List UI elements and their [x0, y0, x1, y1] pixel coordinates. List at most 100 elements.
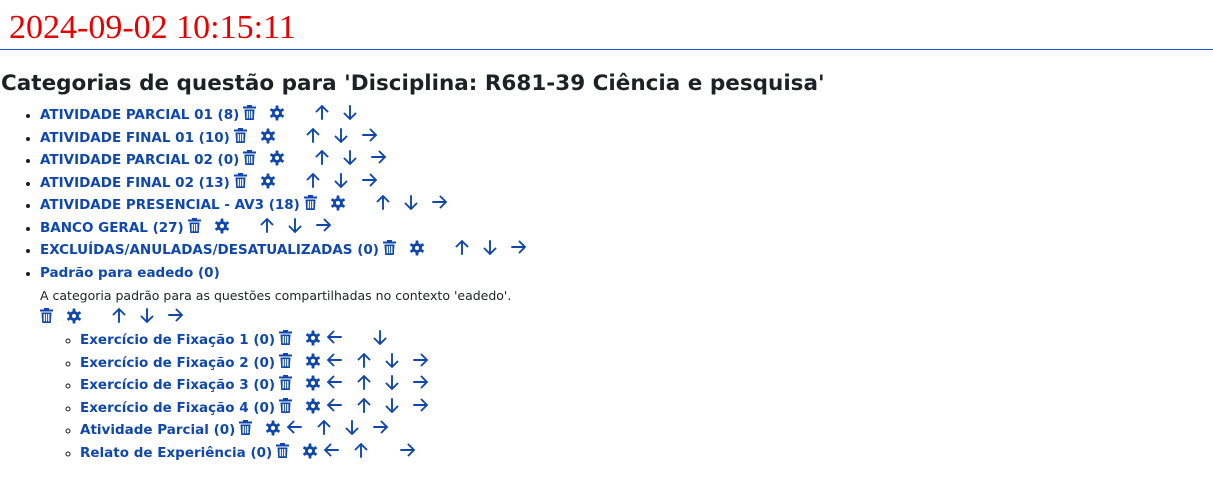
category-link[interactable]: Exercício de Fixação 2 (0) — [80, 355, 275, 371]
arrow-right-icon[interactable] — [361, 173, 378, 189]
trash-icon[interactable] — [276, 442, 290, 459]
gear-icon[interactable] — [305, 330, 321, 346]
category-item: ATIVIDADE PRESENCIAL - AV3 (18) — [40, 194, 527, 217]
timestamp: 2024-09-02 10:15:11 — [9, 9, 296, 46]
arrow-up-icon[interactable] — [306, 127, 322, 144]
gear-icon[interactable] — [260, 128, 276, 144]
category-link[interactable]: ATIVIDADE FINAL 01 (10) — [40, 130, 230, 146]
arrow-right-icon[interactable] — [373, 420, 389, 436]
category-link[interactable]: ATIVIDADE FINAL 02 (13) — [40, 175, 230, 191]
arrow-up-icon[interactable] — [306, 172, 322, 189]
category-link[interactable]: Relato de Experiência (0) — [80, 445, 272, 461]
gear-icon[interactable] — [330, 195, 346, 211]
category-link[interactable]: ATIVIDADE PARCIAL 01 (8) — [40, 107, 239, 123]
header-divider — [0, 49, 1213, 50]
trash-icon[interactable] — [279, 397, 293, 414]
arrow-right-icon[interactable] — [400, 443, 416, 459]
category-description: A categoria padrão para as questões comp… — [40, 288, 512, 303]
arrow-up-icon[interactable] — [315, 150, 331, 166]
gear-icon[interactable] — [305, 353, 321, 369]
arrow-right-icon[interactable] — [168, 308, 184, 324]
arrow-right-icon[interactable] — [413, 375, 429, 391]
arrow-right-icon[interactable] — [413, 398, 429, 414]
arrow-left-icon[interactable] — [287, 420, 303, 436]
arrow-up-icon[interactable] — [354, 442, 370, 459]
gear-icon[interactable] — [302, 443, 318, 459]
category-link[interactable]: ATIVIDADE PARCIAL 02 (0) — [40, 152, 239, 168]
arrow-down-icon[interactable] — [483, 240, 499, 256]
trash-icon[interactable] — [279, 375, 293, 391]
page-title: Categorias de questão para 'Disciplina: … — [1, 71, 825, 96]
arrow-right-icon[interactable] — [413, 353, 429, 369]
arrow-left-icon[interactable] — [327, 398, 343, 414]
gear-icon[interactable] — [269, 105, 285, 121]
category-link[interactable]: Exercício de Fixação 3 (0) — [80, 377, 275, 393]
trash-icon[interactable] — [279, 330, 293, 346]
arrow-right-icon[interactable] — [431, 195, 448, 211]
trash-icon[interactable] — [40, 308, 53, 324]
arrow-up-icon[interactable] — [315, 105, 331, 121]
arrow-right-icon[interactable] — [361, 128, 378, 144]
gear-icon[interactable] — [214, 218, 230, 234]
gear-icon[interactable] — [409, 240, 425, 256]
gear-icon[interactable] — [66, 308, 82, 324]
arrow-right-icon[interactable] — [371, 150, 387, 166]
category-item: BANCO GERAL (27) — [40, 217, 527, 240]
trash-icon[interactable] — [243, 150, 257, 166]
trash-icon[interactable] — [279, 352, 293, 369]
subcategory-item: Atividade Parcial (0) — [80, 419, 527, 442]
category-link[interactable]: Atividade Parcial (0) — [80, 422, 235, 438]
arrow-up-icon[interactable] — [317, 420, 333, 436]
arrow-right-icon[interactable] — [511, 240, 527, 256]
subcategory-item: Exercício de Fixação 1 (0) — [80, 329, 527, 352]
category-link[interactable]: Padrão para eadedo (0) — [40, 265, 220, 281]
arrow-up-icon[interactable] — [376, 195, 392, 211]
arrow-down-icon[interactable] — [385, 397, 401, 414]
category-list: ATIVIDADE PARCIAL 01 (8) ATIVIDADE FINAL … — [0, 104, 527, 464]
arrow-up-icon[interactable] — [260, 217, 276, 234]
arrow-down-icon[interactable] — [385, 375, 401, 391]
arrow-down-icon[interactable] — [343, 150, 359, 166]
gear-icon[interactable] — [305, 398, 321, 414]
arrow-down-icon[interactable] — [404, 195, 420, 211]
trash-icon[interactable] — [233, 172, 247, 189]
arrow-down-icon[interactable] — [334, 127, 350, 144]
arrow-up-icon[interactable] — [357, 352, 373, 369]
category-link[interactable]: Exercício de Fixação 4 (0) — [80, 400, 275, 416]
category-link[interactable]: ATIVIDADE PRESENCIAL - AV3 (18) — [40, 197, 300, 213]
trash-icon[interactable] — [303, 195, 317, 211]
category-link[interactable]: Exercício de Fixação 1 (0) — [80, 332, 275, 348]
trash-icon[interactable] — [239, 420, 253, 436]
category-actions — [40, 307, 527, 329]
arrow-left-icon[interactable] — [327, 330, 343, 346]
gear-icon[interactable] — [305, 375, 321, 391]
category-link[interactable]: BANCO GERAL (27) — [40, 220, 184, 236]
arrow-up-icon[interactable] — [357, 375, 373, 391]
trash-icon[interactable] — [187, 217, 201, 234]
subcategory-list: Exercício de Fixação 1 (0) Exercício de F… — [40, 329, 527, 464]
arrow-up-icon[interactable] — [455, 240, 471, 256]
arrow-down-icon[interactable] — [343, 105, 359, 121]
arrow-down-icon[interactable] — [334, 172, 350, 189]
gear-icon[interactable] — [269, 150, 285, 166]
category-link[interactable]: EXCLUÍDAS/ANULADAS/DESATUALIZADAS (0) — [40, 242, 379, 258]
arrow-right-icon[interactable] — [315, 218, 332, 234]
trash-icon[interactable] — [243, 105, 257, 121]
gear-icon[interactable] — [260, 173, 276, 189]
gear-icon[interactable] — [265, 420, 281, 436]
trash-icon[interactable] — [382, 240, 396, 256]
arrow-down-icon[interactable] — [385, 352, 401, 369]
category-item: ATIVIDADE PARCIAL 01 (8) — [40, 104, 527, 127]
arrow-down-icon[interactable] — [288, 217, 304, 234]
arrow-left-icon[interactable] — [327, 353, 343, 369]
subcategory-item: Exercício de Fixação 4 (0) — [80, 397, 527, 420]
trash-icon[interactable] — [233, 127, 247, 144]
arrow-left-icon[interactable] — [327, 375, 343, 391]
arrow-down-icon[interactable] — [373, 330, 389, 346]
category-item: EXCLUÍDAS/ANULADAS/DESATUALIZADAS (0) — [40, 239, 527, 262]
arrow-down-icon[interactable] — [140, 308, 156, 324]
arrow-left-icon[interactable] — [324, 443, 340, 459]
arrow-down-icon[interactable] — [345, 420, 361, 436]
arrow-up-icon[interactable] — [112, 308, 128, 324]
arrow-up-icon[interactable] — [357, 397, 373, 414]
